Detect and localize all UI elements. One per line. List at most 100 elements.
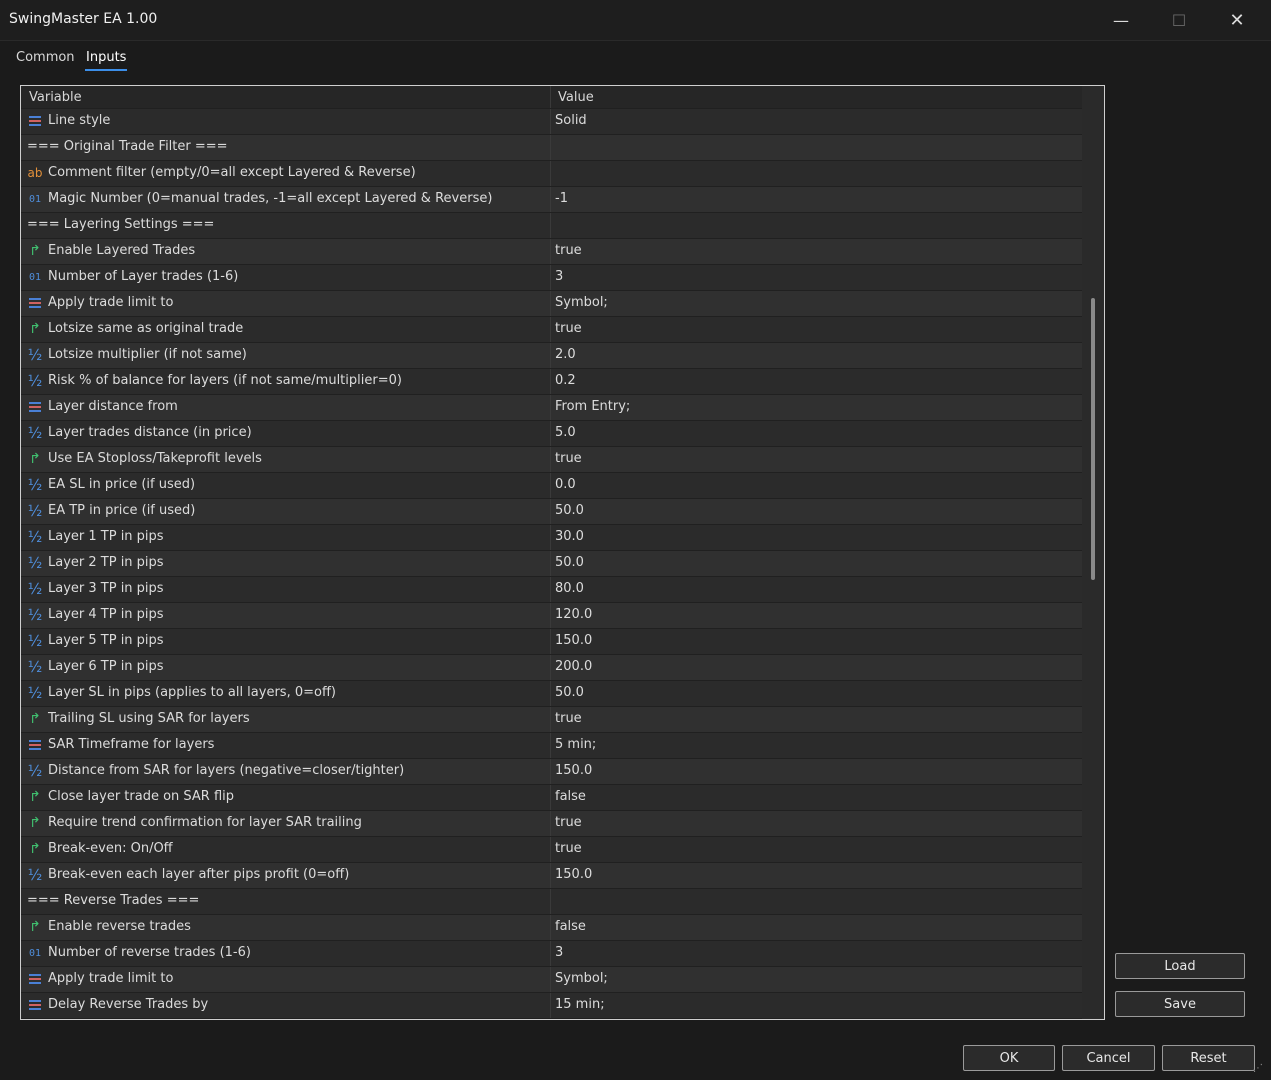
table-row[interactable]: SAR Timeframe for layers 5 min; <box>21 733 1082 759</box>
resize-grip-icon[interactable]: ⋰ <box>1253 1063 1267 1077</box>
ok-button[interactable]: OK <box>963 1045 1055 1071</box>
table-row[interactable]: Apply trade limit to Symbol; <box>21 967 1082 993</box>
variable-value[interactable]: 200.0 <box>555 659 592 674</box>
section-row[interactable]: === Layering Settings === <box>21 213 1082 239</box>
variable-value[interactable]: 80.0 <box>555 581 584 596</box>
cancel-button[interactable]: Cancel <box>1062 1045 1155 1071</box>
table-row[interactable]: ↱ Trailing SL using SAR for layers true <box>21 707 1082 733</box>
table-row[interactable]: ↱ Enable reverse trades false <box>21 915 1082 941</box>
variable-value[interactable]: 150.0 <box>555 763 592 778</box>
variable-value[interactable]: false <box>555 789 586 804</box>
table-row[interactable]: ab Comment filter (empty/0=all except Lay… <box>21 161 1082 187</box>
variable-value[interactable]: Solid <box>555 113 587 128</box>
variable-value[interactable]: -1 <box>555 191 568 206</box>
variable-value[interactable]: 50.0 <box>555 555 584 570</box>
variable-value[interactable]: 150.0 <box>555 867 592 882</box>
table-row[interactable]: ½ EA TP in price (if used) 50.0 <box>21 499 1082 525</box>
section-row[interactable]: === Reverse Trades === <box>21 889 1082 915</box>
double-fraction-icon: ½ <box>27 424 43 442</box>
variable-name: Require trend confirmation for layer SAR… <box>48 815 362 830</box>
cell-separator <box>550 109 551 134</box>
header-value[interactable]: Value <box>558 90 594 105</box>
variable-value[interactable]: 50.0 <box>555 503 584 518</box>
cell-separator <box>550 161 551 186</box>
table-row[interactable]: ↱Reverse lotsize same as original tradet… <box>21 1019 1082 1020</box>
close-button[interactable]: ✕ <box>1208 0 1266 40</box>
table-row[interactable]: ↱ Enable Layered Trades true <box>21 239 1082 265</box>
variable-value[interactable]: true <box>555 711 582 726</box>
section-title: === Original Trade Filter === <box>27 139 228 154</box>
variable-value[interactable]: 15 min; <box>555 997 605 1012</box>
table-row[interactable]: ½ Break-even each layer after pips profit… <box>21 863 1082 889</box>
table-row[interactable]: ½ Layer 3 TP in pips 80.0 <box>21 577 1082 603</box>
variable-value[interactable]: 3 <box>555 945 563 960</box>
table-row[interactable]: ½ Risk % of balance for layers (if not sa… <box>21 369 1082 395</box>
variable-value[interactable]: Symbol; <box>555 971 608 986</box>
table-row[interactable]: ½ Lotsize multiplier (if not same) 2.0 <box>21 343 1082 369</box>
variable-value[interactable]: true <box>555 841 582 856</box>
table-row[interactable]: ½ Layer 2 TP in pips 50.0 <box>21 551 1082 577</box>
variable-value[interactable]: 0.0 <box>555 477 576 492</box>
variable-value[interactable]: From Entry; <box>555 399 630 414</box>
maximize-button[interactable]: ☐ <box>1150 0 1208 40</box>
variable-name: Use EA Stoploss/Takeprofit levels <box>48 451 262 466</box>
table-row[interactable]: ½ Layer 4 TP in pips 120.0 <box>21 603 1082 629</box>
table-row[interactable]: ½ Layer trades distance (in price) 5.0 <box>21 421 1082 447</box>
table-row[interactable]: ½ Layer SL in pips (applies to all layers… <box>21 681 1082 707</box>
cell-separator <box>550 265 551 290</box>
variable-value[interactable]: Symbol; <box>555 295 608 310</box>
table-row[interactable]: ½ EA SL in price (if used) 0.0 <box>21 473 1082 499</box>
table-row[interactable]: Apply trade limit to Symbol; <box>21 291 1082 317</box>
cell-separator <box>550 707 551 732</box>
cell-separator <box>550 135 551 160</box>
enum-list-icon <box>27 737 43 753</box>
table-row[interactable]: ½ Layer 1 TP in pips 30.0 <box>21 525 1082 551</box>
variable-value[interactable]: 50.0 <box>555 685 584 700</box>
variable-value[interactable]: true <box>555 243 582 258</box>
table-row[interactable]: 01 Magic Number (0=manual trades, -1=all … <box>21 187 1082 213</box>
table-row[interactable]: ↱ Lotsize same as original trade true <box>21 317 1082 343</box>
tab-common[interactable]: Common <box>16 50 75 65</box>
variable-value[interactable]: 0.2 <box>555 373 576 388</box>
variable-value[interactable]: 150.0 <box>555 633 592 648</box>
minimize-button[interactable]: — <box>1092 0 1150 40</box>
boolean-arrow-icon: ↱ <box>29 815 41 831</box>
variable-name: Enable Layered Trades <box>48 243 196 258</box>
reset-button[interactable]: Reset <box>1162 1045 1255 1071</box>
table-row[interactable]: ↱ Close layer trade on SAR flip false <box>21 785 1082 811</box>
tab-inputs[interactable]: Inputs <box>84 50 128 71</box>
table-row[interactable]: 01 Number of reverse trades (1-6) 3 <box>21 941 1082 967</box>
table-row[interactable]: ½ Layer 5 TP in pips 150.0 <box>21 629 1082 655</box>
table-row[interactable]: Layer distance from From Entry; <box>21 395 1082 421</box>
table-row[interactable]: ↱ Use EA Stoploss/Takeprofit levels true <box>21 447 1082 473</box>
variable-name: Line style <box>48 113 111 128</box>
header-variable[interactable]: Variable <box>29 90 82 105</box>
table-row[interactable]: ½ Layer 6 TP in pips 200.0 <box>21 655 1082 681</box>
section-row[interactable]: === Original Trade Filter === <box>21 135 1082 161</box>
variable-value[interactable]: 2.0 <box>555 347 576 362</box>
table-row[interactable]: ½ Distance from SAR for layers (negative=… <box>21 759 1082 785</box>
column-separator[interactable] <box>550 86 551 108</box>
variable-name: SAR Timeframe for layers <box>48 737 215 752</box>
table-row[interactable]: ↱ Require trend confirmation for layer SA… <box>21 811 1082 837</box>
table-row[interactable]: ↱ Break-even: On/Off true <box>21 837 1082 863</box>
table-row[interactable]: 01 Number of Layer trades (1-6) 3 <box>21 265 1082 291</box>
double-fraction-icon: ½ <box>27 346 43 364</box>
double-fraction-icon: ½ <box>27 606 43 624</box>
vertical-scrollbar[interactable] <box>1082 86 1104 1019</box>
variable-value[interactable]: 5.0 <box>555 425 576 440</box>
variable-value[interactable]: 5 min; <box>555 737 596 752</box>
variable-value[interactable]: 30.0 <box>555 529 584 544</box>
table-row[interactable]: Delay Reverse Trades by 15 min; <box>21 993 1082 1019</box>
variable-value[interactable]: true <box>555 815 582 830</box>
variable-value[interactable]: 120.0 <box>555 607 592 622</box>
variable-value[interactable]: true <box>555 451 582 466</box>
variable-value[interactable]: 3 <box>555 269 563 284</box>
table-row[interactable]: Line style Solid <box>21 109 1082 135</box>
variable-value[interactable]: false <box>555 919 586 934</box>
save-button[interactable]: Save <box>1115 991 1245 1017</box>
scrollbar-thumb[interactable] <box>1091 298 1095 580</box>
variable-name: Comment filter (empty/0=all except Layer… <box>48 165 416 180</box>
load-button[interactable]: Load <box>1115 953 1245 979</box>
variable-value[interactable]: true <box>555 321 582 336</box>
